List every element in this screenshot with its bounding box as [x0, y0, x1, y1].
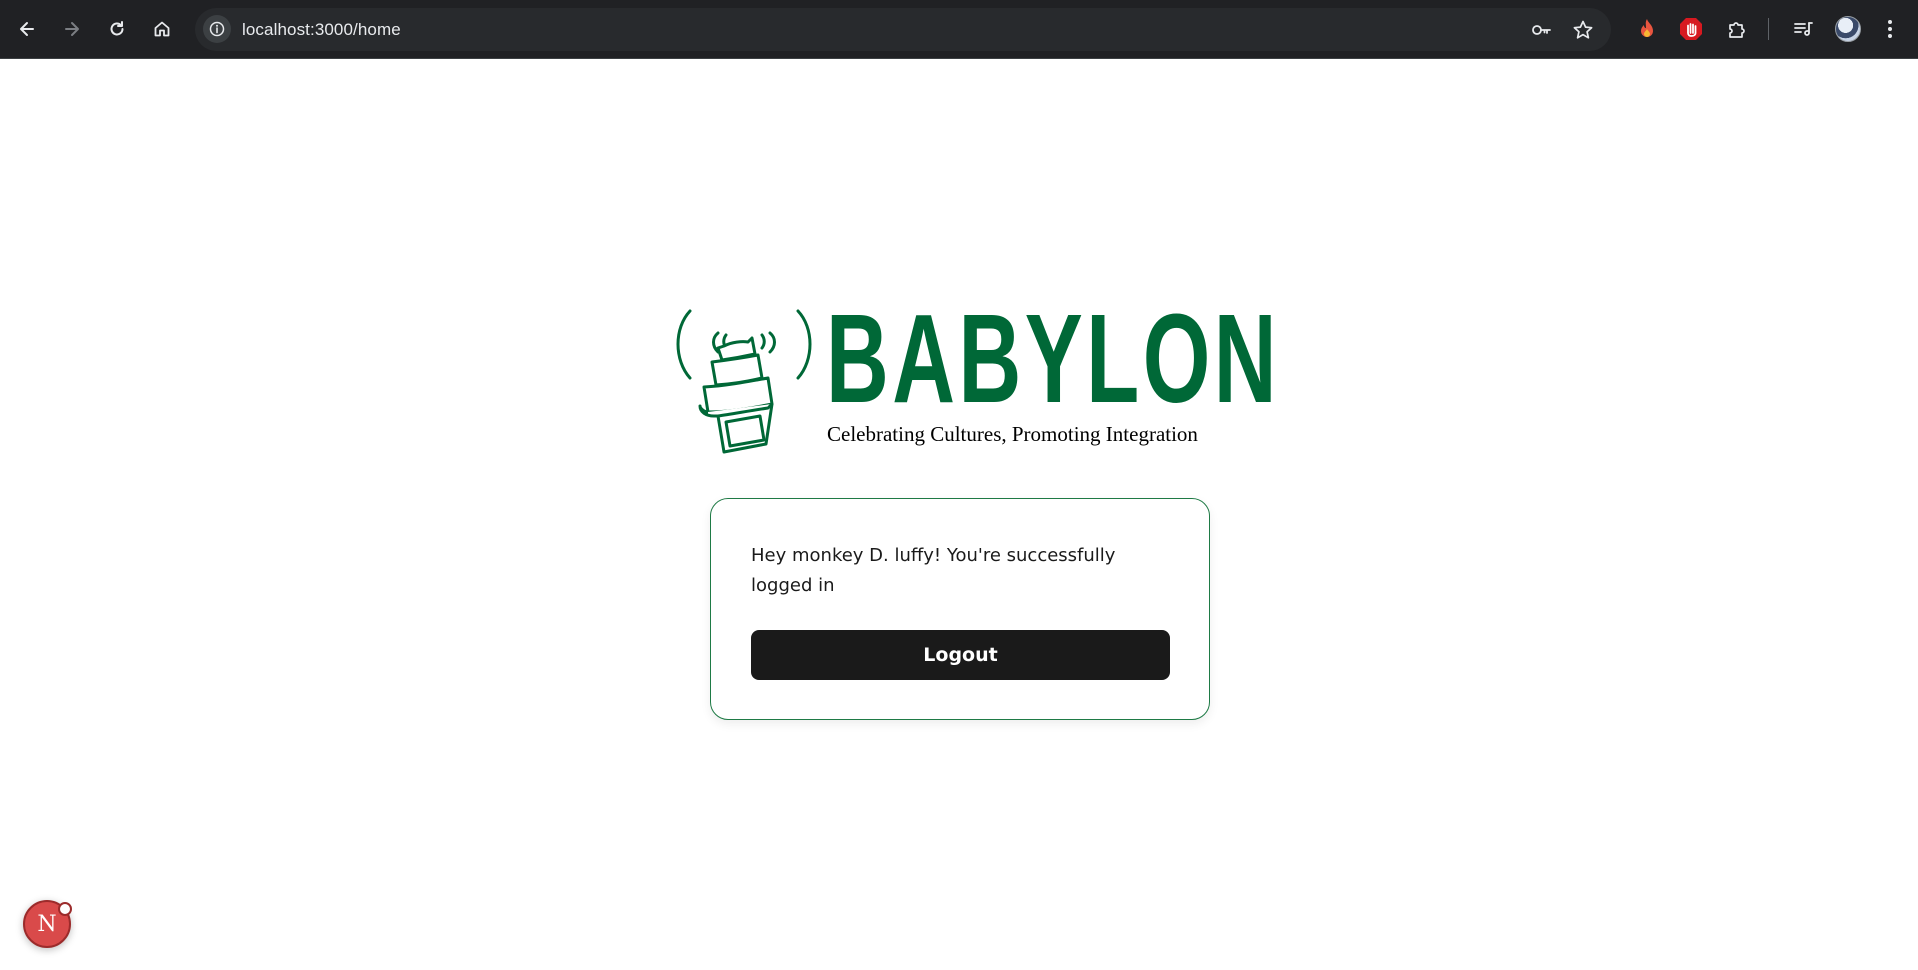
logout-button[interactable]: Logout: [751, 630, 1170, 680]
reload-button[interactable]: [101, 13, 133, 45]
toolbar-divider: [1768, 18, 1769, 40]
welcome-message: Hey monkey D. luffy! You're successfully…: [751, 545, 1116, 596]
stop-hand-extension-icon: [1680, 18, 1702, 40]
babylon-tower-logo-icon: [676, 309, 812, 454]
home-button[interactable]: [146, 13, 178, 45]
site-info-button[interactable]: [203, 15, 231, 43]
address-bar[interactable]: localhost:3000/home: [195, 8, 1611, 51]
bookmark-star-icon: [1573, 20, 1593, 39]
fire-extension-icon: [1641, 19, 1653, 37]
extensions-puzzle-icon: [1729, 22, 1745, 38]
login-status-card: Hey monkey D. luffy! You're successfully…: [710, 498, 1210, 720]
extensions-button[interactable]: [1725, 16, 1751, 42]
reading-list-button[interactable]: [1790, 16, 1816, 42]
dev-indicator-badge: [58, 902, 72, 916]
back-button[interactable]: [11, 13, 43, 45]
nextjs-logo-icon: N: [37, 911, 57, 937]
stop-hand-extension-button[interactable]: [1678, 16, 1704, 42]
url-text[interactable]: localhost:3000/home: [242, 20, 401, 40]
logo-tagline: Celebrating Cultures, Promoting Integrat…: [827, 422, 1198, 446]
password-manager-button[interactable]: [1529, 18, 1553, 42]
more-menu-button[interactable]: [1880, 16, 1900, 42]
forward-arrow-icon: [65, 22, 79, 36]
password-key-icon: [1532, 25, 1551, 35]
reading-list-icon: [1794, 22, 1813, 36]
logo-wordmark: BABYLON: [826, 288, 1281, 429]
browser-toolbar: localhost:3000/home: [0, 0, 1918, 59]
forward-button[interactable]: [56, 13, 88, 45]
reload-icon: [110, 21, 124, 36]
more-menu-icon: [1888, 20, 1892, 38]
fire-extension-button[interactable]: [1634, 16, 1660, 42]
home-icon: [154, 21, 170, 37]
site-info-icon: [209, 21, 225, 37]
back-arrow-icon: [20, 22, 34, 36]
profile-avatar-icon[interactable]: [1835, 16, 1861, 42]
bookmark-button[interactable]: [1571, 18, 1595, 42]
